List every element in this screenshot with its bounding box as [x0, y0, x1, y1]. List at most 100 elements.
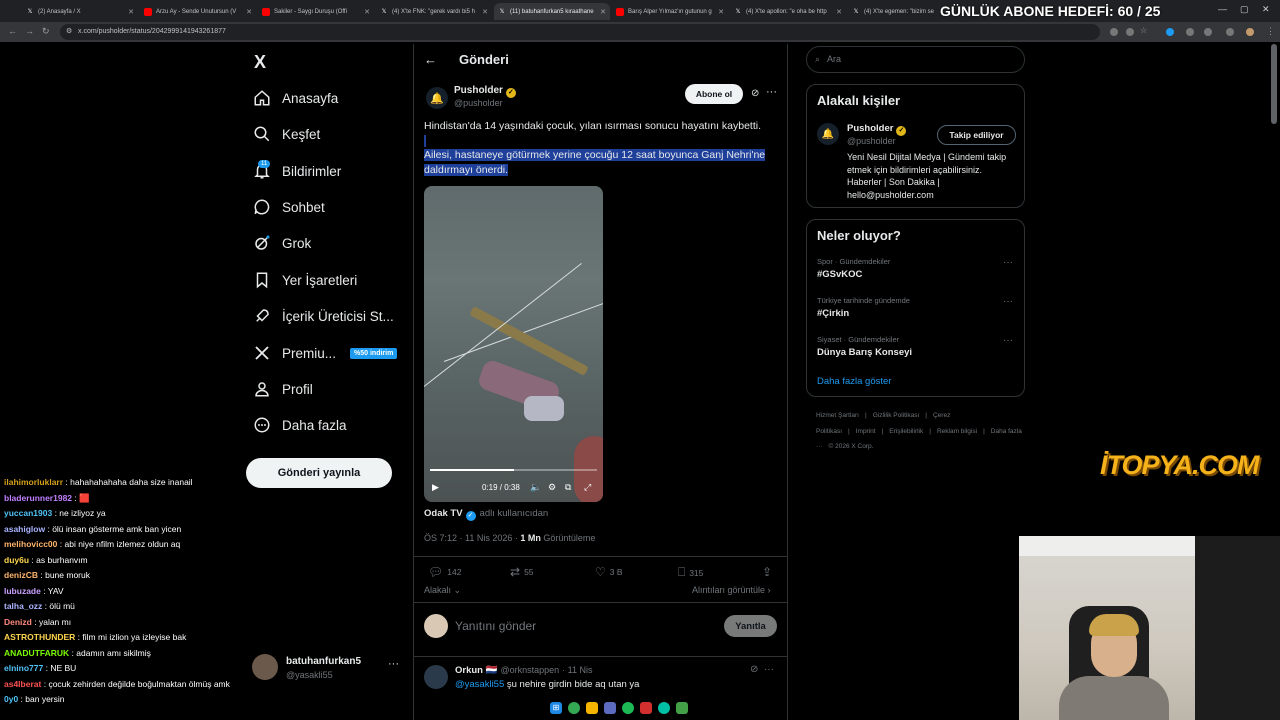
back-icon[interactable]: ←	[8, 26, 17, 36]
close-icon[interactable]: ✕	[600, 8, 606, 16]
forward-icon[interactable]: →	[25, 26, 34, 36]
browser-tab-active[interactable]: 𝕏 (11) batuhanfurkan5 kıraathane ✕	[494, 3, 610, 20]
play-icon[interactable]: ▶	[432, 482, 439, 493]
footer-link[interactable]: Reklam bilgisi	[937, 428, 977, 435]
browser-menu-icon[interactable]: ⋮	[1266, 26, 1275, 37]
sidebar-item-more[interactable]: Daha fazla	[252, 411, 347, 439]
subscribe-button[interactable]: Abone ol	[685, 84, 743, 104]
related-person-handle[interactable]: @pusholder	[847, 136, 896, 146]
trend-item[interactable]: #Çirkin	[817, 308, 849, 319]
footer-link[interactable]: Imprint	[856, 428, 876, 435]
close-icon[interactable]: ✕	[718, 8, 724, 16]
x-logo[interactable]: X	[254, 52, 266, 73]
close-icon[interactable]: ✕	[836, 8, 842, 16]
app-icon[interactable]	[658, 702, 670, 714]
extensions-puzzle-icon[interactable]	[1204, 28, 1212, 36]
close-icon[interactable]: ✕	[246, 8, 252, 16]
sidebar-item-explore[interactable]: Keşfet	[252, 120, 320, 148]
more-icon[interactable]: ···	[766, 86, 777, 98]
video-source[interactable]: Odak TV ✓ adlı kullanıcıdan	[424, 508, 548, 521]
settings-icon[interactable]: ⚙	[548, 482, 556, 493]
author-name[interactable]: Pusholder ✓	[454, 85, 516, 98]
spotify-icon[interactable]	[622, 702, 634, 714]
fullscreen-icon[interactable]: ⤢	[584, 482, 591, 493]
bookmark-star-icon[interactable]: ☆	[1140, 26, 1147, 35]
scrollbar[interactable]	[1271, 44, 1277, 124]
following-button[interactable]: Takip ediliyor	[937, 125, 1016, 145]
reply-button[interactable]: Yanıtla	[724, 615, 777, 637]
more-icon[interactable]: ···	[1003, 257, 1013, 268]
browser-tab[interactable]: 𝕏 (4) X'te FNK: "gerek vardı bi5 h ✕	[376, 3, 492, 20]
extension-icon[interactable]	[1186, 28, 1194, 36]
reply-author[interactable]: Orkun 🇳🇱 @orknstappen · 11 Nis	[455, 665, 592, 676]
browser-tab[interactable]: Barış Alper Yılmaz'ın gutunun g ✕	[612, 3, 728, 20]
site-info-icon[interactable]: ⚙	[66, 24, 72, 40]
browser-tab[interactable]: 𝕏 (2) Anasayfa / X ✕	[22, 3, 138, 20]
sidebar-item-profile[interactable]: Profil	[252, 375, 313, 403]
avatar[interactable]	[424, 665, 448, 689]
bookmark-count[interactable]: ⎕ 315	[678, 565, 703, 580]
trend-item[interactable]: Dünya Barış Konseyi	[817, 347, 912, 358]
close-icon[interactable]: ✕	[364, 8, 370, 16]
close-icon[interactable]: ✕	[482, 8, 488, 16]
extension-icon[interactable]	[1110, 28, 1118, 36]
share-icon[interactable]: ⇪	[762, 565, 776, 579]
repost-count[interactable]: ⇄ 55	[510, 565, 534, 579]
sidebar-item-premium[interactable]: Premiu... %50 indirim	[252, 339, 398, 367]
video-progress-bar[interactable]	[430, 469, 597, 471]
discord-icon[interactable]	[604, 702, 616, 714]
grok-explain-icon[interactable]: ⊘	[751, 88, 759, 99]
extension-icon[interactable]	[1126, 28, 1134, 36]
more-icon[interactable]: ···	[1003, 335, 1013, 346]
reload-icon[interactable]: ↻	[42, 26, 50, 37]
avatar[interactable]: 🔔	[817, 123, 839, 145]
close-window-icon[interactable]: ✕	[1262, 4, 1270, 15]
chrome-icon[interactable]	[568, 702, 580, 714]
minimize-icon[interactable]: —	[1218, 4, 1227, 14]
close-icon[interactable]: ✕	[128, 8, 134, 16]
picture-in-picture-icon[interactable]: ⧉	[565, 482, 571, 493]
start-icon[interactable]: ⊞	[550, 702, 562, 714]
show-more-link[interactable]: Daha fazla göster	[817, 376, 891, 387]
folder-icon[interactable]	[586, 702, 598, 714]
footer-link[interactable]: © 2026 X Corp.	[829, 443, 874, 450]
maximize-icon[interactable]: ▢	[1240, 4, 1249, 15]
address-bar[interactable]: ⚙ x.com/pusholder/status/204299914194326…	[60, 24, 1100, 40]
sidebar-item-home[interactable]: Anasayfa	[252, 84, 338, 112]
search-input[interactable]: ⌕ Ara	[806, 46, 1025, 73]
post-button[interactable]: Gönderi yayınla	[246, 458, 392, 488]
more-icon[interactable]: ···	[1003, 296, 1013, 307]
related-person-name[interactable]: Pusholder ✓	[847, 123, 907, 136]
extension-icon[interactable]	[1166, 28, 1174, 36]
sidebar-item-grok[interactable]: Grok	[252, 229, 311, 257]
like-count[interactable]: ♡ 3 B	[595, 565, 623, 579]
reply-count[interactable]: 💬︎ 142	[428, 565, 461, 579]
extension-icon[interactable]	[1226, 28, 1234, 36]
back-arrow-icon[interactable]: ←	[424, 52, 437, 67]
reply-input[interactable]: Yanıtını gönder	[455, 619, 536, 633]
sidebar-item-chat[interactable]: Sohbet	[252, 193, 325, 221]
more-icon[interactable]: ···	[388, 658, 399, 670]
volume-icon[interactable]: 🔈	[530, 482, 541, 493]
mention-link[interactable]: @yasakli55	[455, 679, 504, 690]
video-player[interactable]: ▶ 0:19 / 0:38 🔈 ⚙ ⧉ ⤢	[424, 186, 603, 502]
sidebar-item-creator-studio[interactable]: İçerik Üreticisi St...	[252, 302, 394, 330]
browser-tab[interactable]: Sakiler - Saygı Duruşu (Offi ✕	[258, 3, 374, 20]
author-handle[interactable]: @pusholder	[454, 98, 503, 108]
footer-link[interactable]: Hizmet Şartları	[816, 412, 859, 419]
more-icon[interactable]: ···	[764, 664, 774, 675]
profile-avatar-icon[interactable]	[1246, 28, 1254, 36]
footer-link[interactable]: Erişilebilirlik	[889, 428, 923, 435]
account-switcher[interactable]: batuhanfurkan5 @yasakli55 ···	[252, 654, 402, 684]
app-icon[interactable]	[676, 702, 688, 714]
browser-tab[interactable]: 𝕏 (4) X'te apollon: "e oha be http ✕	[730, 3, 846, 20]
view-quotes-link[interactable]: Alıntıları görüntüle ›	[692, 585, 771, 595]
related-dropdown[interactable]: Alakalı ⌄	[424, 585, 461, 596]
browser-tab[interactable]: 𝕏 (4) X'te egemen: "bizim se	[848, 3, 938, 20]
footer-link[interactable]: Gizlilik Politikası	[873, 412, 920, 419]
author-avatar[interactable]: 🔔	[426, 87, 448, 109]
grok-explain-icon[interactable]: ⊘	[750, 664, 758, 675]
browser-tab[interactable]: Arzu Ay - Sende Unutursun (V ✕	[140, 3, 256, 20]
sidebar-item-bookmarks[interactable]: Yer İşaretleri	[252, 266, 357, 294]
trend-item[interactable]: #GSvKOC	[817, 269, 862, 280]
